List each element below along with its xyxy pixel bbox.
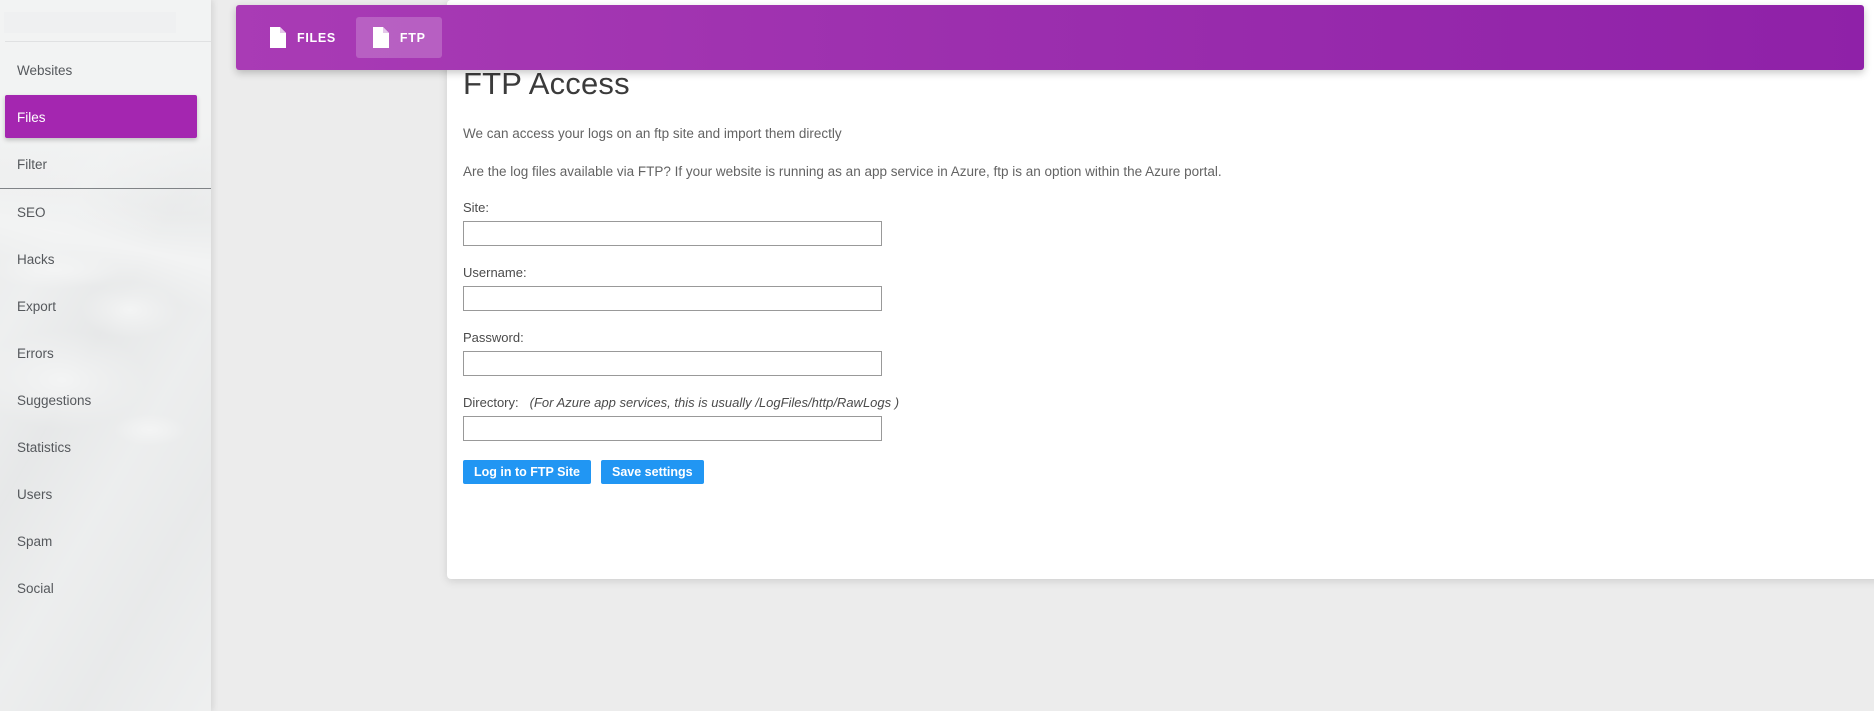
directory-label: Directory: (463, 395, 519, 410)
sidebar-search-input[interactable] (4, 12, 176, 33)
sidebar-item-label: SEO (17, 205, 46, 220)
sidebar-item-suggestions[interactable]: Suggestions (0, 377, 211, 424)
sidebar-item-label: Users (17, 487, 53, 502)
directory-input[interactable] (463, 416, 882, 441)
sidebar-item-websites[interactable]: Websites (0, 47, 211, 94)
field-password: Password: (463, 330, 1874, 376)
site-label: Site: (463, 200, 490, 215)
sidebar-item-export[interactable]: Export (0, 283, 211, 330)
sidebar-item-label: Spam (17, 534, 53, 549)
sidebar-item-filter[interactable]: Filter (0, 141, 211, 188)
sidebar-item-label: Errors (17, 346, 54, 361)
username-label: Username: (463, 265, 527, 280)
save-settings-button[interactable]: Save settings (601, 460, 704, 484)
sidebar-item-label: Websites (17, 63, 73, 78)
sidebar-item-statistics[interactable]: Statistics (0, 424, 211, 471)
sidebar-item-hacks[interactable]: Hacks (0, 236, 211, 283)
field-site: Site: (463, 200, 1874, 246)
main-area: FTP Access We can access your logs on an… (211, 0, 1874, 711)
tab-files[interactable]: FILES (253, 17, 352, 58)
sidebar-item-spam[interactable]: Spam (0, 518, 211, 565)
intro-paragraph-1: We can access your logs on an ftp site a… (463, 126, 842, 141)
sidebar-item-label: Filter (17, 157, 47, 172)
login-to-ftp-site-button[interactable]: Log in to FTP Site (463, 460, 592, 484)
username-input[interactable] (463, 286, 882, 311)
sidebar-item-label: Social (17, 581, 54, 596)
sidebar-item-label: Hacks (17, 252, 55, 267)
app-root: Websites Files Filter SEO Hacks Export Errors S… (0, 0, 1874, 711)
file-icon (270, 27, 286, 48)
sidebar-item-label: Statistics (17, 440, 72, 455)
sidebar: Websites Files Filter SEO Hacks Export Errors S… (0, 0, 211, 711)
directory-label-row: Directory: (For Azure app services, this … (463, 395, 1874, 410)
sidebar-item-files[interactable]: Files (0, 94, 211, 141)
password-label: Password: (463, 330, 524, 345)
sidebar-item-label: Files (17, 110, 46, 125)
field-username: Username: (463, 265, 1874, 311)
site-input[interactable] (463, 221, 882, 246)
password-input[interactable] (463, 351, 882, 376)
sidebar-top-divider (5, 41, 211, 42)
intro-paragraph-2: Are the log files available via FTP? If … (463, 164, 1222, 179)
content-card-body: FTP Access We can access your logs on an… (463, 62, 1874, 484)
sidebar-item-errors[interactable]: Errors (0, 330, 211, 377)
sidebar-item-label: Export (17, 299, 57, 314)
tab-ftp[interactable]: FTP (355, 17, 442, 58)
tab-bar: FILES FTP (236, 5, 1864, 70)
sidebar-item-label: Suggestions (17, 393, 92, 408)
file-icon (372, 27, 389, 48)
sidebar-item-seo[interactable]: SEO (0, 189, 211, 236)
tab-label: FILES (297, 30, 336, 45)
form-button-row: Log in to FTP Site Save settings (463, 460, 1874, 484)
content-card: FTP Access We can access your logs on an… (447, 0, 1874, 579)
sidebar-nav-list: Websites Files Filter SEO Hacks Export Errors S… (0, 47, 211, 612)
sidebar-search-area (0, 0, 211, 44)
sidebar-item-social[interactable]: Social (0, 565, 211, 612)
tab-label: FTP (399, 30, 426, 45)
sidebar-item-users[interactable]: Users (0, 471, 211, 518)
field-directory: Directory: (For Azure app services, this … (463, 395, 1874, 441)
directory-hint: (For Azure app services, this is usually… (529, 395, 900, 410)
